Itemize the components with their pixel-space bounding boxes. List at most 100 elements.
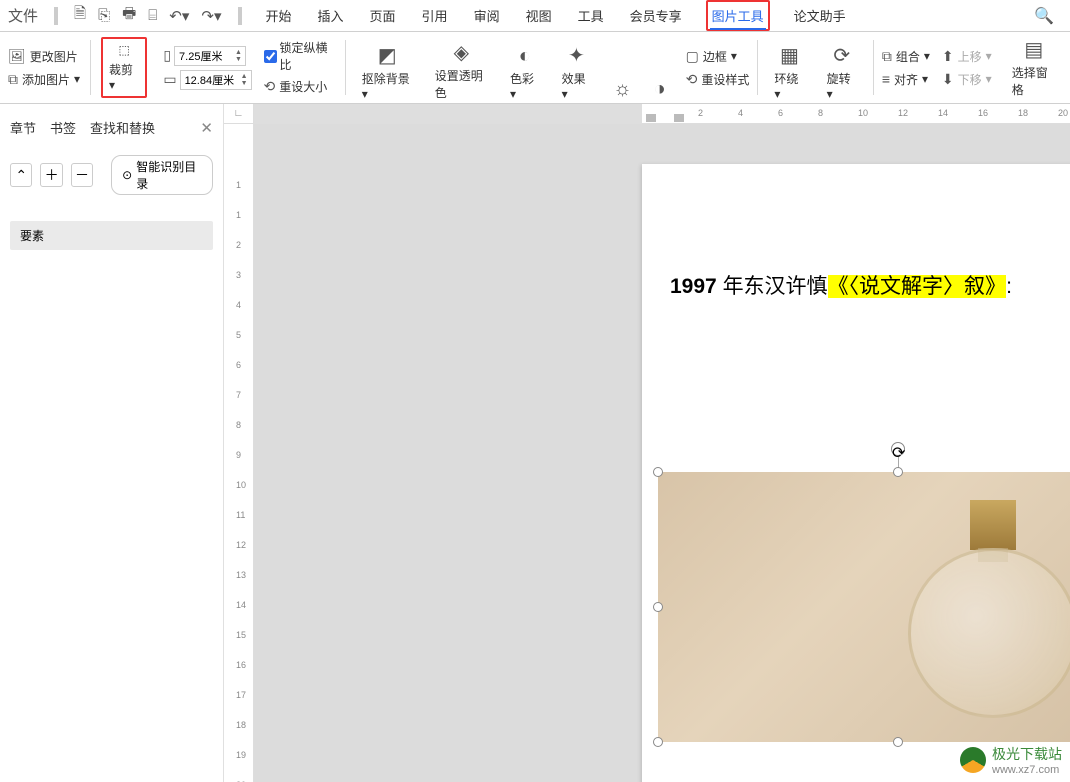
color-icon: ◐ xyxy=(519,45,531,68)
horizontal-ruler[interactable]: 2 4 6 8 10 12 14 16 18 20 22 24 xyxy=(254,104,1070,124)
contrast-button[interactable]: ◑ xyxy=(648,76,672,103)
tab-review[interactable]: 审阅 xyxy=(472,2,502,29)
ruler-tick: 4 xyxy=(738,108,743,118)
tab-thesis[interactable]: 论文助手 xyxy=(792,2,848,29)
ruler-tick: 1 xyxy=(236,210,241,220)
tab-view[interactable]: 视图 xyxy=(524,2,554,29)
vertical-ruler[interactable]: 1 1 2 3 4 5 6 7 8 9 10 11 12 13 14 15 16… xyxy=(224,124,254,782)
file-menu[interactable]: 文件 xyxy=(6,3,40,28)
page[interactable]: 1997 年东汉许慎《〈说文解字〉叙》: ⟳ xyxy=(642,164,1070,782)
indent-marker-left[interactable] xyxy=(646,114,656,122)
reset-size-icon: ⟲ xyxy=(264,78,276,95)
text-line[interactable]: 1997 年东汉许慎《〈说文解字〉叙》: xyxy=(670,270,1070,304)
rotation-handle[interactable]: ⟳ xyxy=(891,442,905,456)
group-icon: ⧉ xyxy=(882,48,892,65)
tab-reference[interactable]: 引用 xyxy=(420,2,450,29)
ruler-corner[interactable]: ∟ xyxy=(224,104,254,124)
ribbon: 🖼更改图片 ⧉添加图片 ▾ ⬚ 裁剪 ▾ ▯ ▲▼ ▭ ▲▼ 锁定纵横比 ⟲重设… xyxy=(0,32,1070,104)
save-icon[interactable]: 🗎 xyxy=(72,1,88,30)
group-picture-source: 🖼更改图片 ⧉添加图片 ▾ xyxy=(0,32,88,103)
lock-ratio-checkbox[interactable]: 锁定纵横比 xyxy=(264,39,335,73)
add-button[interactable]: ＋ xyxy=(40,163,62,187)
width-input-row: ▭ ▲▼ xyxy=(163,70,247,90)
tab-home[interactable]: 开始 xyxy=(264,2,294,29)
separator xyxy=(757,40,758,95)
collapse-button[interactable]: ⌃ xyxy=(10,163,32,187)
tab-insert[interactable]: 插入 xyxy=(316,2,346,29)
transparency-button[interactable]: ◈设置透明色 xyxy=(429,38,494,103)
ruler-tick: 8 xyxy=(818,108,823,118)
print-icon[interactable]: 🖶 xyxy=(120,1,138,30)
sidebar-tab-chapter[interactable]: 章节 xyxy=(10,118,36,137)
align-icon: ≡ xyxy=(882,71,890,87)
rotate-button[interactable]: ⟳旋转 ▾ xyxy=(821,41,863,103)
resize-handle-w[interactable] xyxy=(653,602,663,612)
preview-icon[interactable]: ⌸ xyxy=(146,5,159,26)
change-picture-button[interactable]: 🖼更改图片 xyxy=(8,47,80,66)
resize-handle-n[interactable] xyxy=(893,467,903,477)
group-button[interactable]: ⧉组合 ▾ xyxy=(882,47,930,66)
tab-page[interactable]: 页面 xyxy=(368,2,398,29)
remove-button[interactable]: － xyxy=(71,163,93,187)
undo-icon[interactable]: ↶▾ xyxy=(167,5,191,27)
scan-icon: ⊙ xyxy=(122,168,132,182)
change-pic-icon: 🖼 xyxy=(8,48,26,65)
ruler-tick: 19 xyxy=(236,750,246,760)
insert-picture-button[interactable]: ⧉添加图片 ▾ xyxy=(8,70,80,89)
ruler-tick: 13 xyxy=(236,570,246,580)
resize-handle-sw[interactable] xyxy=(653,737,663,747)
send-backward-button[interactable]: ⬇下移 ▾ xyxy=(942,70,992,89)
width-spinner[interactable]: ▲▼ xyxy=(241,73,248,87)
selected-image[interactable]: ⟳ xyxy=(658,472,1070,742)
group-arrange: ▦环绕 ▾ ⟳旋转 ▾ xyxy=(760,32,871,103)
crop-highlight: ⬚ 裁剪 ▾ xyxy=(101,37,147,98)
image-body[interactable] xyxy=(658,472,1070,742)
quick-access: 文件 🗎 ⎘ 🖶 ⌸ ↶▾ ↷▾ xyxy=(0,1,254,30)
group-lock-reset: 锁定纵横比 ⟲重设大小 xyxy=(256,32,343,103)
bring-forward-button[interactable]: ⬆上移 ▾ xyxy=(942,47,992,66)
color-button[interactable]: ◐色彩 ▾ xyxy=(504,43,546,103)
tab-picture-tools-highlight: 图片工具 xyxy=(706,0,770,31)
select-pane-icon: ▤ xyxy=(1024,37,1043,62)
redo-icon[interactable]: ↷▾ xyxy=(199,5,223,27)
tab-member[interactable]: 会员专享 xyxy=(628,2,684,29)
reset-size-button[interactable]: ⟲重设大小 xyxy=(264,77,335,96)
insert-pic-icon: ⧉ xyxy=(8,71,18,88)
select-pane-button[interactable]: ▤选择窗格 xyxy=(1006,35,1062,100)
canvas[interactable]: 1997 年东汉许慎《〈说文解字〉叙》: ⟳ xyxy=(254,124,1070,782)
search-icon[interactable]: 🔍 xyxy=(1018,6,1070,26)
menu-bar: 文件 🗎 ⎘ 🖶 ⌸ ↶▾ ↷▾ 开始 插入 页面 引用 审阅 视图 工具 会员… xyxy=(0,0,1070,32)
wrap-button[interactable]: ▦环绕 ▾ xyxy=(768,41,810,103)
separator xyxy=(345,40,346,95)
outline-item[interactable]: 要素 xyxy=(10,221,213,250)
wrap-icon: ▦ xyxy=(780,43,799,68)
rotate-icon: ⟳ xyxy=(833,43,850,68)
ruler-tick: 10 xyxy=(236,480,246,490)
contrast-icon: ◑ xyxy=(654,78,666,101)
border-icon: ▢ xyxy=(686,48,699,65)
separator xyxy=(90,40,91,95)
sidebar-buttons: ⌃ ＋ － ⊙智能识别目录 xyxy=(10,149,213,201)
effects-button[interactable]: ✦效果 ▾ xyxy=(556,41,598,103)
watermark-logo-icon xyxy=(960,747,986,773)
remove-bg-button[interactable]: ◩抠除背景 ▾ xyxy=(356,41,419,103)
brightness-button[interactable]: ☼ xyxy=(607,76,637,103)
reset-style-button[interactable]: ⟲重设样式 xyxy=(686,70,750,89)
tab-tools[interactable]: 工具 xyxy=(576,2,606,29)
sidebar-tab-find[interactable]: 查找和替换 xyxy=(90,118,155,137)
sidebar-tab-bookmark[interactable]: 书签 xyxy=(50,118,76,137)
border-button[interactable]: ▢边框 ▾ xyxy=(686,47,750,66)
sidebar-close-icon[interactable]: ✕ xyxy=(200,119,213,137)
smart-toc-button[interactable]: ⊙智能识别目录 xyxy=(111,155,213,195)
tab-picture-tools[interactable]: 图片工具 xyxy=(710,5,766,30)
resize-handle-s[interactable] xyxy=(893,737,903,747)
transparency-icon: ◈ xyxy=(454,40,469,65)
export-icon[interactable]: ⎘ xyxy=(96,5,112,26)
perfume-bottle xyxy=(908,548,1070,718)
height-spinner[interactable]: ▲▼ xyxy=(235,49,242,63)
align-button[interactable]: ≡对齐 ▾ xyxy=(882,70,930,89)
resize-handle-nw[interactable] xyxy=(653,467,663,477)
document-area: ∟ 2 4 6 8 10 12 14 16 18 20 22 24 1 1 2 … xyxy=(224,104,1070,782)
crop-button[interactable]: 裁剪 ▾ xyxy=(109,61,139,92)
indent-marker-first[interactable] xyxy=(674,114,684,122)
